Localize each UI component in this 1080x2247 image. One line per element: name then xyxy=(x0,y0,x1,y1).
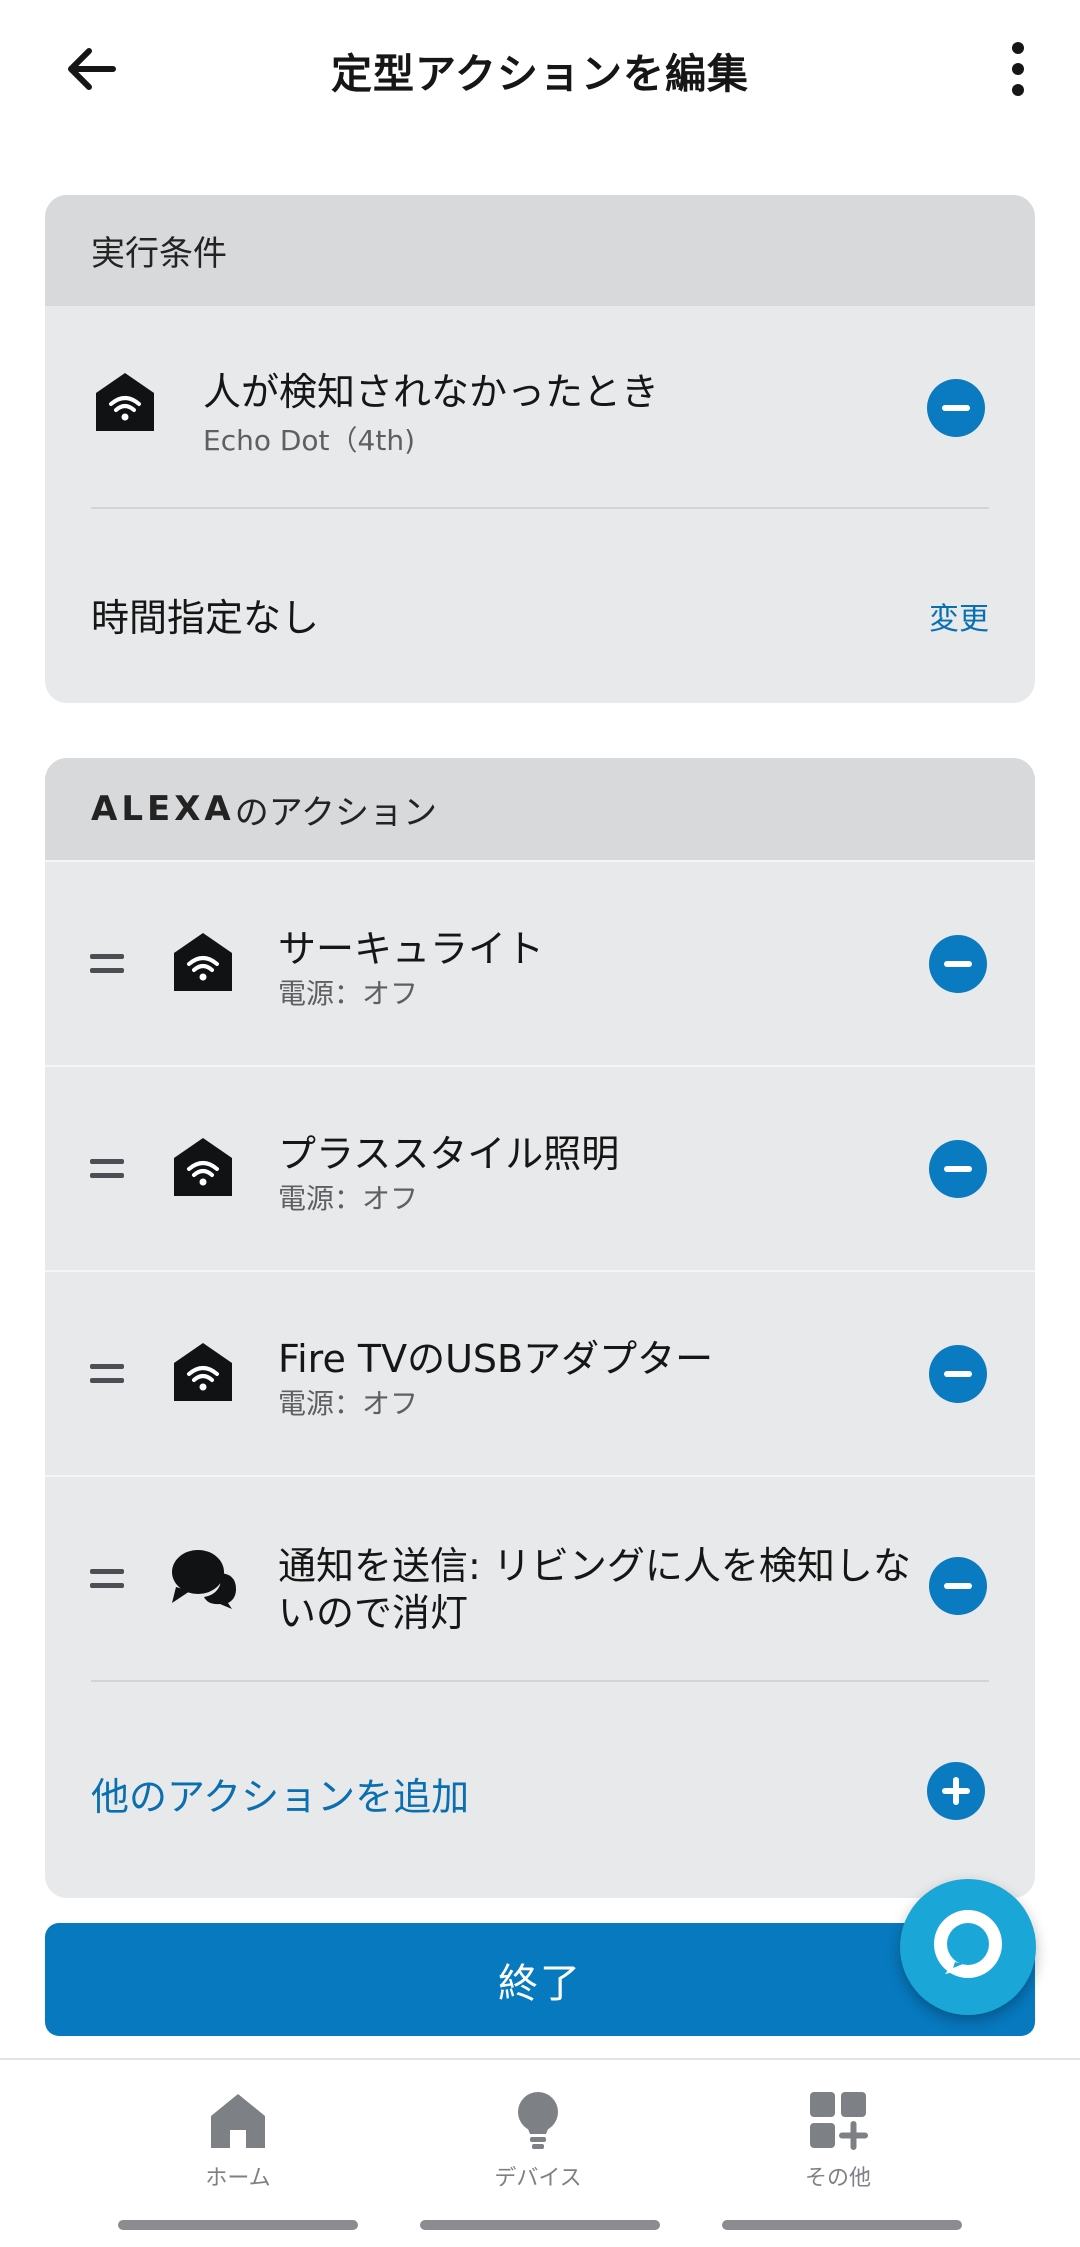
smart-home-icon xyxy=(174,1138,232,1196)
action-subtitle: 電源：オフ xyxy=(278,1182,419,1215)
nav-home[interactable]: ホーム xyxy=(138,2090,338,2192)
nav-more[interactable]: その他 xyxy=(738,2090,938,2192)
nav-devices-label: デバイス xyxy=(494,2166,582,2191)
remove-action-button[interactable] xyxy=(929,1557,987,1615)
smart-home-icon xyxy=(174,1343,232,1401)
kebab-menu-icon xyxy=(1012,42,1024,96)
add-action-button[interactable] xyxy=(927,1762,985,1820)
action-subtitle: 電源：オフ xyxy=(278,1387,419,1420)
speech-bubbles-icon xyxy=(172,1550,236,1609)
bottom-navigation: ホーム デバイス その他 xyxy=(0,2058,1080,2247)
remove-action-button[interactable] xyxy=(929,1140,987,1198)
grid-plus-icon xyxy=(810,2092,868,2150)
action-subtitle: 電源：オフ xyxy=(278,977,419,1010)
smart-home-icon xyxy=(96,373,154,431)
trigger-title: 人が検知されなかったとき xyxy=(203,370,660,414)
time-condition-row: 時間指定なし 変更 xyxy=(45,509,1035,702)
time-condition-label: 時間指定なし xyxy=(91,596,320,640)
add-action-label[interactable]: 他のアクションを追加 xyxy=(91,1766,469,1821)
gesture-bar xyxy=(420,2220,660,2230)
gesture-bar xyxy=(118,2220,358,2230)
app-header: 定型アクションを編集 xyxy=(0,0,1080,136)
drag-handle-icon[interactable] xyxy=(90,954,124,974)
done-button[interactable]: 終了 xyxy=(45,1923,1035,2036)
action-title: Fire TVのUSBアダプター xyxy=(278,1337,714,1381)
trigger-card: 実行条件 人が検知されなかったとき Echo Dot（4th) 時間指定なし 変… xyxy=(45,195,1035,703)
minus-icon xyxy=(942,405,970,411)
minus-icon xyxy=(944,961,972,967)
action-title-line2: いので消灯 xyxy=(278,1591,469,1635)
action-title: プラススタイル照明 xyxy=(278,1132,620,1176)
remove-action-button[interactable] xyxy=(929,1345,987,1403)
minus-icon xyxy=(944,1583,972,1589)
remove-trigger-button[interactable] xyxy=(927,379,985,437)
minus-icon xyxy=(944,1371,972,1377)
action-item[interactable]: プラススタイル照明 電源：オフ xyxy=(45,1065,1035,1270)
alexa-ring-icon xyxy=(934,1910,1002,1978)
lightbulb-icon xyxy=(518,2092,558,2149)
action-item[interactable]: Fire TVのUSBアダプター 電源：オフ xyxy=(45,1270,1035,1475)
page-title: 定型アクションを編集 xyxy=(331,50,749,98)
action-item[interactable]: 通知を送信: リビングに人を検知しな いので消灯 xyxy=(45,1475,1035,1682)
smart-home-icon xyxy=(174,933,232,991)
home-icon xyxy=(211,2094,265,2148)
drag-handle-icon[interactable] xyxy=(90,1364,124,1384)
trigger-device: Echo Dot（4th) xyxy=(203,424,415,457)
routine-edit-screen: 定型アクションを編集 実行条件 人が検知されなかったとき Echo Dot（4t… xyxy=(0,0,1080,2247)
nav-home-label: ホーム xyxy=(205,2166,271,2191)
nav-devices[interactable]: デバイス xyxy=(438,2090,638,2192)
action-title: サーキュライト xyxy=(278,927,545,971)
change-time-link[interactable]: 変更 xyxy=(929,594,989,638)
drag-handle-icon[interactable] xyxy=(90,1569,124,1589)
minus-icon xyxy=(944,1166,972,1172)
more-options-button[interactable] xyxy=(990,34,1046,104)
trigger-card-heading: 実行条件 xyxy=(45,195,1035,306)
remove-action-button[interactable] xyxy=(929,935,987,993)
drag-handle-icon[interactable] xyxy=(90,1159,124,1179)
actions-heading-text: のアクション xyxy=(234,792,438,833)
nav-more-label: その他 xyxy=(804,2166,871,2191)
actions-card: ALEXA のアクション サーキュライト 電源：オフ プラススタイル照明 電源：… xyxy=(45,758,1035,1898)
actions-card-heading: ALEXA のアクション xyxy=(45,758,1035,860)
alexa-brand-label: ALEXA xyxy=(91,789,235,829)
add-action-row[interactable]: 他のアクションを追加 xyxy=(45,1680,1035,1895)
gesture-bar xyxy=(722,2220,962,2230)
trigger-row[interactable]: 人が検知されなかったとき Echo Dot（4th) xyxy=(45,306,1035,509)
alexa-voice-button[interactable] xyxy=(900,1879,1036,2015)
action-item[interactable]: サーキュライト 電源：オフ xyxy=(45,860,1035,1065)
